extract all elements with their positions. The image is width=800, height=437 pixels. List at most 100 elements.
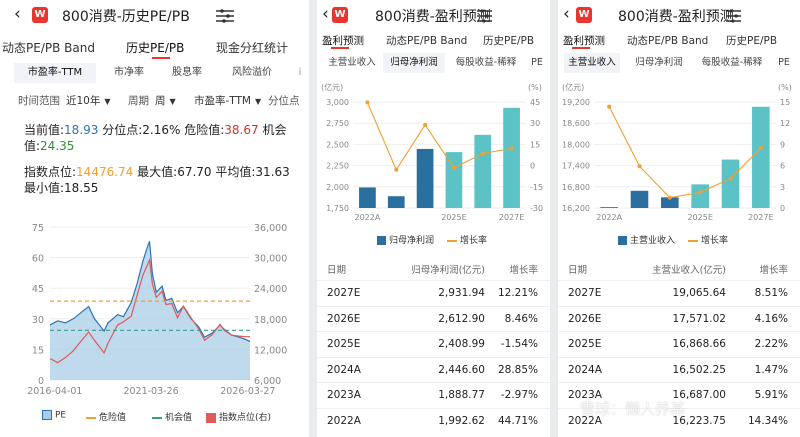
table-row-cell: 19,065.64: [672, 287, 726, 299]
y2-tick-label: 45: [530, 98, 540, 107]
y2-tick-label: 12: [780, 119, 790, 128]
y2-tick-label: 30,000: [254, 254, 287, 265]
growth-point-2025E: [698, 190, 703, 195]
filter-menu-icon[interactable]: [216, 9, 234, 23]
subtab-more-icon[interactable]: i: [294, 63, 306, 83]
table-row-cell: 2027E: [568, 287, 602, 299]
table-row-cell: 2,408.99: [438, 338, 485, 350]
x-tick-label: 2016-04-01: [27, 386, 82, 397]
bar-2022A: [359, 187, 376, 208]
bar-2025E: [691, 184, 709, 208]
app-logo: W: [32, 7, 48, 23]
filter-menu-icon[interactable]: [726, 9, 741, 23]
subtab-pe-ttm[interactable]: 市盈率-TTM: [14, 63, 96, 83]
filter-bar: 时间范围 近10年 ▼ 周期 周 ▼ 市盈率-TTM ▼ 分位点: [0, 93, 309, 109]
subtab-revenue[interactable]: 主营业收入: [564, 53, 620, 73]
x-tick-label: 2027E: [748, 213, 773, 222]
growth-point-2023A: [394, 167, 399, 172]
y2-tick-label: 9: [780, 140, 785, 149]
y2-unit-label: (%): [778, 83, 792, 92]
y2-tick-label: -30: [530, 204, 543, 213]
growth-point-2024A: [423, 122, 428, 127]
y-tick-label: 30: [32, 315, 44, 326]
watermark: 雪球：懒人养基: [580, 400, 686, 418]
table-row: 2025E 16,868.66 2.22%: [558, 331, 800, 356]
x-tick-label: 2027E: [499, 213, 524, 222]
growth-point-2026E: [480, 151, 485, 156]
x-tick-label: 2022A: [596, 213, 622, 222]
y-tick-label: 3,000: [326, 98, 349, 107]
back-arrow-icon[interactable]: ‹: [322, 4, 329, 24]
y-tick-label: 2,750: [326, 119, 349, 128]
tab-history-pe[interactable]: 历史PE/PB: [726, 33, 777, 48]
subtab-eps[interactable]: 每股收益-稀释: [695, 53, 769, 73]
table-row: 2027E 19,065.64 8.51%: [558, 280, 800, 305]
legend-chance: 机会值: [152, 410, 192, 423]
tab-pe-band[interactable]: 动态PE/PB Band: [2, 39, 95, 56]
period-label: 周期: [128, 95, 149, 107]
stats-block: 当前值:18.93 分位点:2.16% 危险值:38.67 机会值:24.35 …: [24, 123, 290, 195]
growth-point-2026E: [728, 176, 733, 181]
table-row-cell: 2026E: [327, 312, 361, 325]
table-row: 2026E 2,612.90 8.46%: [317, 305, 550, 331]
index-value: 14476.74: [76, 165, 134, 179]
x-tick-label: 2022A: [354, 213, 380, 222]
table-row-cell: 2022A: [327, 414, 361, 427]
table-row-cell: 12.21%: [497, 287, 538, 299]
caret-down-icon: ▼: [104, 97, 111, 106]
y-tick-label: 16,800: [562, 183, 590, 192]
tab-pe-band[interactable]: 动态PE/PB Band: [386, 33, 467, 48]
quantile-label[interactable]: 分位点: [268, 93, 300, 108]
y2-tick-label: 15: [780, 98, 790, 107]
legend-pe: PE: [42, 410, 66, 421]
subtab-net-profit[interactable]: 归母净利润: [383, 53, 445, 73]
subtab-risk-premium[interactable]: 风险溢价: [222, 63, 282, 83]
table-row-cell: 2,446.60: [438, 363, 485, 376]
subtab-eps[interactable]: 每股收益-稀释: [449, 53, 523, 73]
danger-value: 38.67: [224, 123, 259, 137]
bar-2026E: [474, 134, 492, 208]
subtab-pb[interactable]: 市净率: [104, 63, 154, 83]
back-arrow-icon[interactable]: ‹: [14, 4, 21, 24]
avg-value: 31.63: [255, 165, 290, 179]
x-tick-label: 2021-03-26: [123, 386, 178, 397]
pe-history-chart: 015304560756,00012,00018,00024,00030,000…: [27, 223, 287, 397]
caret-down-icon: ▼: [169, 97, 176, 106]
subtab-pe[interactable]: PE: [526, 53, 548, 73]
page-title: 800消费-历史PE/PB: [62, 9, 190, 25]
max-value: 67.70: [177, 165, 212, 179]
subtab-net-profit[interactable]: 归母净利润: [628, 53, 690, 73]
range-select[interactable]: 近10年 ▼: [66, 93, 111, 108]
filter-menu-icon[interactable]: [477, 9, 492, 23]
table-row-cell: 44.71%: [497, 414, 538, 427]
table-row-cell: 2025E: [327, 338, 361, 350]
subtab-pe[interactable]: PE: [772, 53, 796, 73]
tab-profit-forecast[interactable]: 盈利预测: [563, 33, 605, 48]
table-row-cell: 16,502.25: [672, 363, 726, 376]
sub-tabs: 市盈率-TTM 市净率 股息率 风险溢价 i: [0, 63, 309, 83]
growth-point-2023A: [637, 164, 642, 169]
y2-tick-label: 15: [530, 140, 540, 149]
table-row-cell: -1.54%: [500, 338, 538, 350]
back-arrow-icon[interactable]: ‹: [563, 4, 570, 24]
table-row: 2024A 2,446.60 28.85%: [317, 356, 550, 382]
table-row: 2025E 2,408.99 -1.54%: [317, 331, 550, 356]
profit-forecast-panel: ‹ W 800消费-盈利预测 盈利预测 动态PE/PB Band 历史PE/PB…: [317, 0, 550, 437]
table-row-cell: 17,571.02: [672, 312, 726, 325]
period-select[interactable]: 周 ▼: [155, 93, 176, 108]
tab-history-pe[interactable]: 历史PE/PB: [483, 33, 534, 48]
tab-dividend[interactable]: 现金分红统计: [216, 39, 288, 56]
y-tick-label: 19,200: [562, 98, 590, 107]
tab-pe-band[interactable]: 动态PE/PB Band: [627, 33, 708, 48]
tab-profit-forecast[interactable]: 盈利预测: [322, 33, 364, 48]
bar-2027E: [503, 107, 520, 208]
y-tick-label: 2,500: [326, 140, 349, 149]
subtab-revenue[interactable]: 主营业收入: [323, 53, 381, 73]
tab-history-pe[interactable]: 历史PE/PB: [126, 39, 184, 56]
metric-select[interactable]: 市盈率-TTM ▼: [194, 93, 261, 108]
legend-growth: 增长率: [447, 233, 487, 246]
bar-2026E: [721, 159, 740, 208]
header: ‹ W 800消费-盈利预测: [317, 0, 550, 32]
subtab-dividend-yield[interactable]: 股息率: [162, 63, 212, 83]
bar-2024A: [416, 148, 434, 208]
